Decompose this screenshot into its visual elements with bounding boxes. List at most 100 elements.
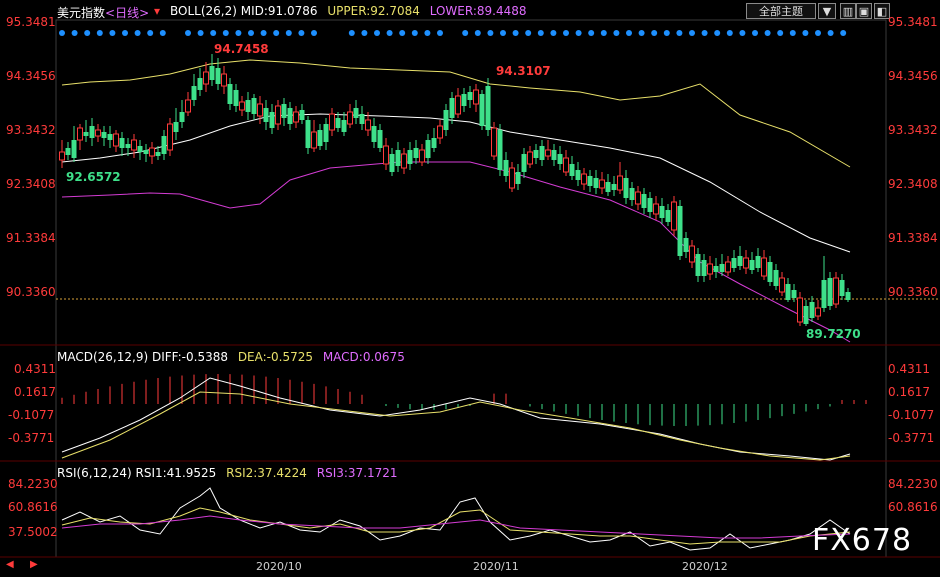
candle-body-down <box>749 260 755 270</box>
candle-body-down <box>791 290 797 298</box>
candle-body-up <box>761 257 767 277</box>
event-dot <box>563 30 569 36</box>
event-dot <box>764 30 771 36</box>
candle-body-down <box>575 170 581 180</box>
candle-body-up <box>491 127 497 157</box>
event-dot <box>525 30 532 36</box>
candle-body-up <box>743 257 749 269</box>
candle-body-down <box>647 198 653 212</box>
candle-body-down <box>353 108 359 118</box>
candle-body-up <box>95 129 101 137</box>
candle-body-down <box>767 262 773 282</box>
candle-body-down <box>785 284 791 300</box>
candle-body-down <box>515 172 521 184</box>
boll-lower: LOWER:89.4488 <box>429 4 527 18</box>
candle-body-down <box>629 188 635 200</box>
rsi-header: RSI(6,12,24) RSI1:41.9525 RSI2:37.4224 R… <box>57 466 398 480</box>
scroll-right-arrow-icon[interactable]: ▶ <box>30 559 38 570</box>
candle-body-down <box>317 130 323 146</box>
candle-body-down <box>233 90 239 106</box>
candle-body-down <box>407 150 413 164</box>
candle-body-down <box>479 94 485 126</box>
candle-body-up <box>707 263 713 275</box>
macd-axis-left-2: -0.1077 <box>8 408 55 422</box>
candle-body-down <box>89 126 95 138</box>
macd-value: MACD:0.0675 <box>322 350 405 364</box>
candle-body-up <box>293 111 299 123</box>
candle-body-down <box>359 114 365 124</box>
event-dot <box>689 30 695 36</box>
theme-dropdown-button[interactable]: ▼ <box>818 3 836 19</box>
candle-body-up <box>131 139 137 151</box>
candle-body-down <box>395 150 401 166</box>
candle-body-up <box>599 179 605 189</box>
split-view-icon: ▥ <box>842 5 854 18</box>
macd-dea: DEA:-0.5725 <box>237 350 313 364</box>
symbol-name: 美元指数 <box>57 6 106 20</box>
candle-body-up <box>725 261 731 273</box>
candle-body-down <box>101 132 107 138</box>
event-dot <box>222 30 229 36</box>
rsi1-line <box>61 487 851 551</box>
event-dot <box>248 30 254 36</box>
candle-body-up <box>167 123 173 151</box>
event-dot <box>109 30 116 36</box>
candle-body-down <box>587 176 593 186</box>
candle-body-down <box>521 154 527 172</box>
candle-body-down <box>299 110 305 120</box>
boll-mid: MID:91.0786 <box>240 4 318 18</box>
candlestick-chart[interactable] <box>0 0 940 577</box>
event-dot <box>676 30 683 36</box>
candle-body-down <box>389 154 395 172</box>
candle-body-down <box>623 178 629 198</box>
layout-split-button[interactable]: ▥ <box>840 3 856 19</box>
rsi-axis-right-0: 84.2230 <box>888 477 938 491</box>
layout-single-button[interactable]: ▣ <box>856 3 872 19</box>
dropdown-icon-header[interactable]: ▾ <box>154 4 160 18</box>
event-dot <box>739 30 746 36</box>
event-dot <box>147 30 154 36</box>
candle-body-down <box>377 130 383 148</box>
event-dot <box>399 30 406 36</box>
candle-body-down <box>281 104 287 118</box>
event-dot <box>210 30 217 36</box>
macd-axis-right-1: 0.1617 <box>888 385 930 399</box>
candle-body-down <box>809 302 815 318</box>
candle-body-down <box>107 134 113 140</box>
event-dot <box>726 30 733 36</box>
candle-body-up <box>689 245 695 263</box>
price-axis-right-1: 94.3456 <box>888 69 938 83</box>
candle-body-up <box>365 119 371 131</box>
candle-body-down <box>713 266 719 272</box>
candle-body-down <box>161 136 167 154</box>
candle-body-down <box>839 280 845 296</box>
x-axis-nov: 2020/11 <box>473 560 519 573</box>
event-dot <box>71 30 78 36</box>
boll-lower-line <box>61 161 851 343</box>
event-dot <box>260 30 267 36</box>
event-dot <box>273 30 280 36</box>
macd-axis-left-0: 0.4311 <box>14 362 56 376</box>
candle-body-down <box>341 120 347 132</box>
event-dot <box>197 30 204 36</box>
candle-body-down <box>209 66 215 80</box>
event-dot <box>386 30 393 36</box>
candle-body-up <box>617 175 623 191</box>
period-label[interactable]: <日线> <box>105 6 149 20</box>
event-dot <box>626 30 632 36</box>
annotation-high-1: 94.7458 <box>214 42 269 56</box>
rsi2-line <box>61 507 851 545</box>
scroll-left-arrow-icon[interactable]: ◀ <box>6 559 14 570</box>
candle-body-up <box>653 203 659 215</box>
candle-body-down <box>227 84 233 104</box>
candle-body-down <box>827 278 833 306</box>
price-axis-left-2: 93.3432 <box>6 123 56 137</box>
chevron-down-icon: ▼ <box>822 5 832 18</box>
candle-body-down <box>461 94 467 106</box>
price-axis-right-3: 92.3408 <box>888 177 938 191</box>
candle-body-down <box>443 110 449 130</box>
candle-body-up <box>779 277 785 293</box>
theme-select[interactable]: 全部主题 <box>746 3 816 19</box>
event-dot <box>840 30 847 36</box>
rsi-axis-left-1: 60.8616 <box>8 500 58 514</box>
